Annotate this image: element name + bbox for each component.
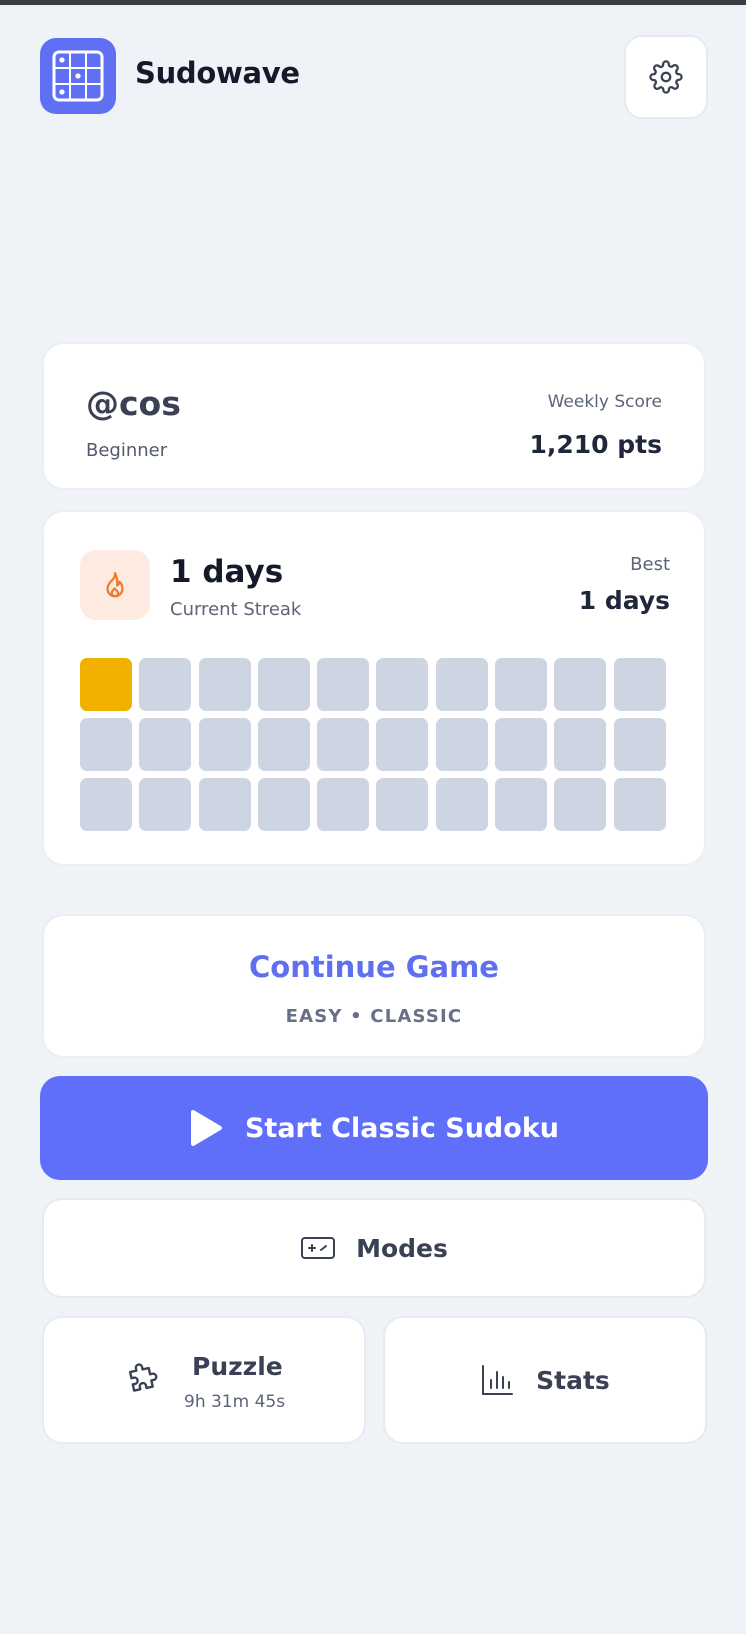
streak-day-empty (554, 778, 607, 831)
app-header: Sudowave (40, 35, 708, 119)
stats-button[interactable]: Stats (383, 1316, 707, 1444)
streak-day-empty (317, 718, 370, 771)
streak-day-empty (613, 718, 666, 771)
gamepad-icon (301, 1237, 336, 1259)
streak-day-empty (435, 718, 488, 771)
streak-day-empty (198, 778, 251, 831)
streak-day-empty (495, 658, 548, 711)
streak-day-empty (554, 718, 607, 771)
start-classic-sudoku-button[interactable]: Start Classic Sudoku (40, 1076, 708, 1180)
streak-day-empty (257, 778, 310, 831)
puzzle-piece-icon (128, 1363, 158, 1392)
streak-calendar-grid (80, 658, 672, 831)
streak-day-empty (495, 778, 548, 831)
weekly-score-value: 1,210 pts (529, 430, 662, 459)
puzzle-timer: 9h 31m 45s (184, 1392, 286, 1412)
streak-day-empty (435, 778, 488, 831)
username: @cos (86, 384, 181, 423)
streak-day-empty (198, 658, 251, 711)
streak-day-empty (317, 778, 370, 831)
streak-day-empty (554, 658, 607, 711)
gear-icon (649, 60, 683, 94)
modes-button[interactable]: Modes (42, 1198, 706, 1298)
streak-day-empty (317, 658, 370, 711)
continue-game-subtitle: EASY • CLASSIC (285, 1006, 463, 1027)
settings-button[interactable] (624, 35, 708, 119)
streak-day-empty (80, 778, 132, 831)
start-classic-sudoku-label: Start Classic Sudoku (244, 1112, 559, 1144)
streak-day-empty (198, 718, 251, 771)
streak-day-empty (257, 658, 310, 711)
player-level: Beginner (86, 440, 168, 461)
flame-icon-box (80, 550, 150, 620)
streak-day-empty (139, 718, 192, 771)
best-streak-value: 1 days (578, 586, 670, 615)
streak-day-completed (80, 658, 132, 711)
modes-label: Modes (356, 1233, 448, 1263)
streak-day-empty (376, 778, 429, 831)
best-streak-label: Best (630, 554, 670, 575)
streak-day-empty (139, 658, 192, 711)
streak-card: 1 days Current Streak Best 1 days (42, 510, 706, 866)
puzzle-button[interactable]: Puzzle 9h 31m 45s (42, 1316, 366, 1444)
continue-game-button[interactable]: Continue Game EASY • CLASSIC (42, 914, 706, 1058)
play-icon (190, 1110, 222, 1146)
continue-game-title: Continue Game (249, 950, 499, 984)
flame-icon (106, 572, 124, 598)
profile-card: @cos Beginner Weekly Score 1,210 pts (42, 342, 706, 490)
streak-day-empty (257, 718, 310, 771)
stats-label: Stats (536, 1365, 610, 1395)
streak-day-empty (613, 778, 666, 831)
streak-day-empty (613, 658, 666, 711)
weekly-score-label: Weekly Score (547, 392, 662, 412)
current-streak-label: Current Streak (170, 599, 302, 620)
streak-day-empty (376, 658, 429, 711)
streak-day-empty (80, 718, 132, 771)
window-top-bar (0, 0, 746, 5)
streak-day-empty (139, 778, 192, 831)
streak-day-empty (495, 718, 548, 771)
sudoku-grid-icon (40, 38, 116, 114)
streak-day-empty (376, 718, 429, 771)
bar-chart-icon (482, 1365, 514, 1395)
streak-day-empty (435, 658, 488, 711)
puzzle-label: Puzzle (192, 1352, 283, 1381)
current-streak-value: 1 days (170, 554, 284, 590)
app-title: Sudowave (135, 56, 300, 90)
